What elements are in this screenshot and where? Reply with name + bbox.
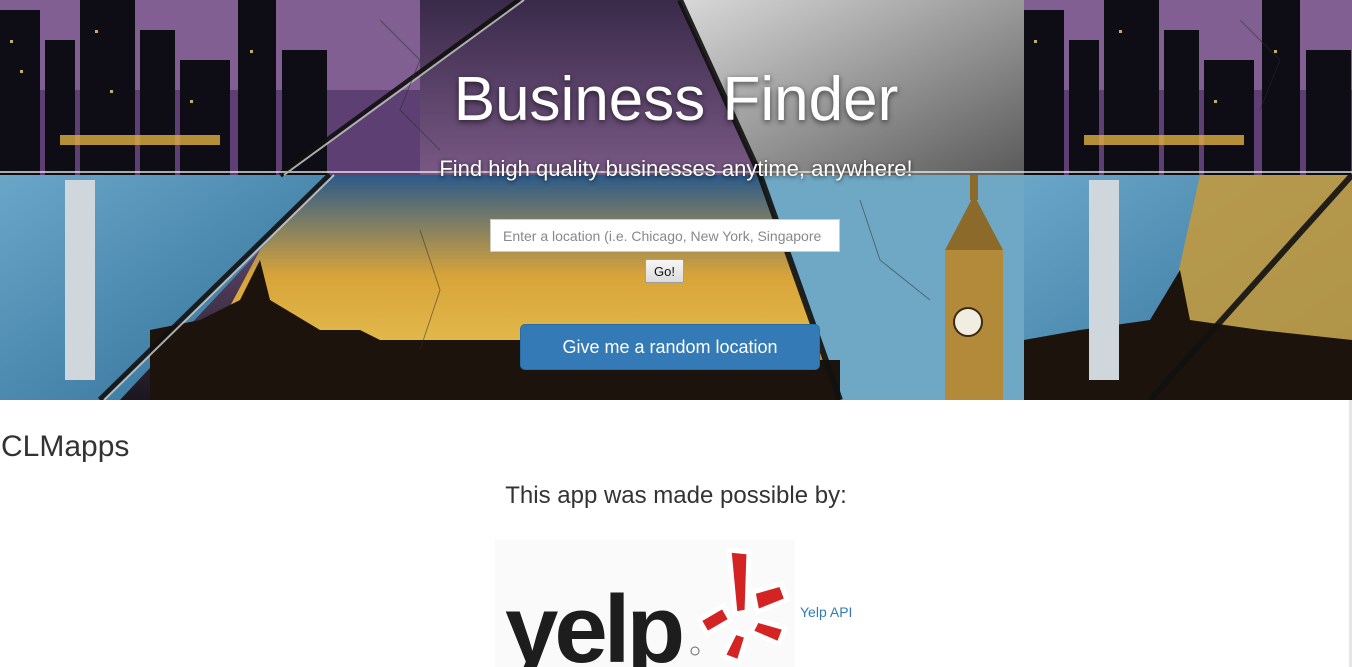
location-search-input[interactable]	[490, 219, 840, 252]
page-title: Business Finder	[453, 65, 899, 134]
random-location-button[interactable]: Give me a random location	[520, 324, 820, 370]
page-subtitle: Find high quality businesses anytime, an…	[439, 156, 913, 181]
yelp-api-link[interactable]: Yelp API	[800, 604, 852, 620]
credit-text: This app was made possible by:	[505, 482, 847, 509]
brand-name: CLMapps	[1, 430, 130, 463]
hero-banner: Business Finder Find high quality busine…	[0, 0, 1352, 400]
go-button[interactable]: Go!	[645, 259, 684, 283]
yelp-wordmark: yelp	[505, 576, 681, 667]
yelp-logo: yelp	[495, 540, 795, 667]
